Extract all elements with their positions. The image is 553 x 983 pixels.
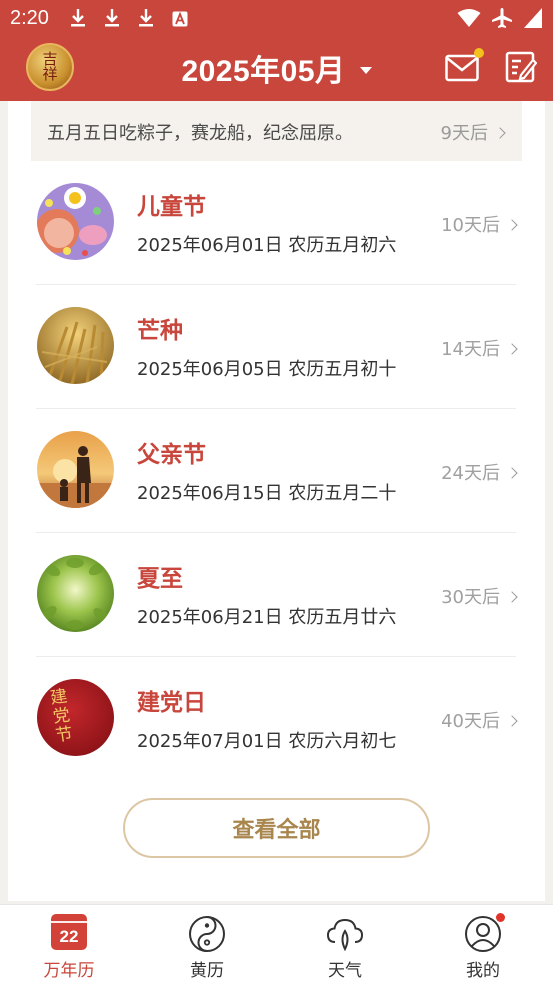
festival-name: 儿童节	[137, 194, 206, 220]
weather-cloud-icon	[326, 918, 364, 952]
list-item[interactable]: 儿童节 2025年06月01日 农历五月初六 10天后	[36, 161, 518, 285]
festival-countdown: 24天后	[441, 459, 518, 485]
list-item[interactable]: 芒种 2025年06月05日 农历五月初十 14天后	[36, 285, 518, 409]
tab-profile[interactable]: 我的	[414, 905, 552, 983]
festival-countdown: 14天后	[441, 335, 518, 361]
battery-signal-icon	[524, 8, 542, 28]
chevron-right-icon	[506, 591, 518, 603]
profile-icon	[465, 916, 501, 952]
download-icon	[139, 9, 153, 27]
festival-date: 2025年07月01日 农历六月初七	[137, 731, 397, 752]
wheat-field-image	[37, 307, 114, 384]
tab-weather[interactable]: 天气	[276, 905, 414, 983]
download-icon	[71, 9, 85, 27]
party-day-text: 建党节	[49, 686, 74, 747]
festival-countdown: 10天后	[441, 211, 518, 237]
chevron-right-icon	[506, 219, 518, 231]
childrens-day-image	[37, 183, 114, 260]
download-icon	[105, 9, 119, 27]
list-item[interactable]: 夏至 2025年06月21日 农历五月廿六 30天后	[36, 533, 518, 657]
caret-down-icon	[359, 66, 372, 74]
festival-description: 五月五日吃粽子，赛龙船，纪念屈原。	[47, 123, 353, 144]
status-bar: 2:20	[0, 0, 553, 36]
festival-date: 2025年06月01日 农历五月初六	[137, 235, 397, 256]
airplane-icon	[492, 8, 512, 28]
festival-name: 夏至	[137, 566, 183, 592]
header: 吉祥 2025年05月	[0, 36, 553, 101]
green-leaves-image	[37, 555, 114, 632]
father-child-sunset-image	[37, 431, 114, 508]
list-item-previous[interactable]: 五月五日吃粽子，赛龙船，纪念屈原。 9天后	[31, 101, 522, 161]
notification-dot	[496, 913, 505, 922]
edit-note-icon[interactable]	[505, 51, 537, 83]
app-topbar: 2:20 吉祥 2025年05月	[0, 0, 553, 101]
party-day-image: 建党节	[37, 679, 114, 756]
chevron-right-icon	[494, 127, 506, 139]
festival-name: 建党日	[137, 690, 206, 716]
festival-date: 2025年06月05日 农历五月初十	[137, 359, 397, 380]
wifi-icon	[457, 9, 481, 27]
festival-date: 2025年06月15日 农历五月二十	[137, 483, 397, 504]
status-time: 2:20	[10, 7, 49, 29]
status-icons	[457, 7, 543, 29]
tab-almanac[interactable]: 黄历	[138, 905, 276, 983]
month-title-label: 2025年05月	[181, 55, 346, 88]
festival-name: 父亲节	[137, 442, 206, 468]
tab-label: 我的	[466, 961, 500, 981]
mail-icon[interactable]	[445, 53, 479, 83]
bottom-nav: 22 万年历 黄历 天气 我的	[0, 904, 553, 983]
chevron-right-icon	[506, 467, 518, 479]
festival-countdown: 30天后	[441, 583, 518, 609]
yin-yang-icon	[189, 916, 225, 952]
notification-dot	[474, 48, 484, 58]
list-item[interactable]: 建党节 建党日 2025年07月01日 农历六月初七 40天后	[36, 657, 518, 781]
tab-label: 天气	[328, 961, 362, 981]
festival-card: 五月五日吃粽子，赛龙船，纪念屈原。 9天后 儿童节 2025年06月01日 农历…	[8, 101, 545, 901]
tab-label: 黄历	[190, 961, 224, 981]
festival-name: 芒种	[137, 318, 183, 344]
list-item[interactable]: 父亲节 2025年06月15日 农历五月二十 24天后	[36, 409, 518, 533]
chevron-right-icon	[506, 343, 518, 355]
festival-countdown: 9天后	[441, 119, 506, 145]
view-all-button[interactable]: 查看全部	[123, 798, 430, 858]
calendar-icon: 22	[51, 914, 87, 950]
tab-calendar[interactable]: 22 万年历	[0, 905, 138, 983]
chevron-right-icon	[506, 715, 518, 727]
festival-date: 2025年06月21日 农历五月廿六	[137, 607, 397, 628]
festival-list-area: 五月五日吃粽子，赛龙船，纪念屈原。 9天后 儿童节 2025年06月01日 农历…	[0, 101, 553, 904]
tab-label: 万年历	[43, 961, 95, 981]
festival-countdown: 40天后	[441, 707, 518, 733]
keyboard-a-icon	[172, 11, 188, 27]
